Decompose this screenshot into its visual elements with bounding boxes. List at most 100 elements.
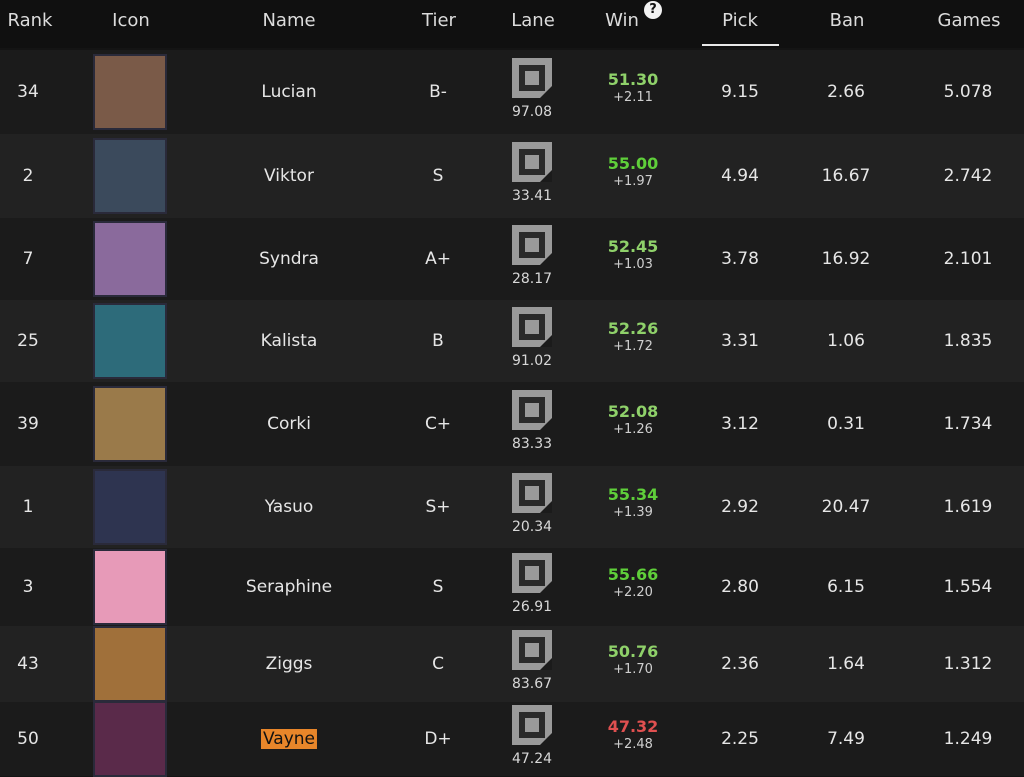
header-lane[interactable]: Lane (511, 10, 555, 31)
tier-cell: C (432, 654, 444, 674)
champion-name[interactable]: Vayne (260, 729, 318, 749)
tier-cell: A+ (425, 249, 451, 269)
champion-portrait[interactable] (93, 469, 167, 545)
champion-name-text: Ziggs (265, 654, 313, 674)
table-row[interactable]: 43 Ziggs C 83.67 50.76 +1.70 2.36 1.64 1.312 (0, 626, 1024, 702)
active-sort-indicator (702, 44, 779, 46)
pick-rate: 3.78 (721, 249, 759, 269)
rank-cell: 2 (22, 166, 34, 186)
champion-portrait[interactable] (93, 549, 167, 625)
lane-icon (512, 390, 552, 430)
games-count: 2.742 (943, 166, 993, 186)
lane-icon (512, 307, 552, 347)
pick-rate: 3.12 (721, 414, 759, 434)
help-icon[interactable]: ? (644, 1, 662, 19)
ban-rate: 16.92 (821, 249, 871, 269)
champion-name[interactable]: Yasuo (265, 497, 314, 517)
pick-rate: 2.80 (721, 577, 759, 597)
win-delta: +2.48 (613, 737, 653, 752)
header-icon: Icon (112, 10, 150, 31)
ban-rate: 20.47 (821, 497, 871, 517)
lane-rate: 91.02 (511, 353, 553, 369)
header-rank[interactable]: Rank (8, 10, 53, 31)
champion-portrait[interactable] (93, 54, 167, 130)
ban-rate: 2.66 (827, 82, 865, 102)
table-row[interactable]: 2 Viktor S 33.41 55.00 +1.97 4.94 16.67 2.742 (0, 134, 1024, 218)
lane-icon (512, 705, 552, 745)
win-delta: +1.70 (613, 662, 653, 677)
rank-cell: 50 (17, 729, 39, 749)
table-row[interactable]: 1 Yasuo S+ 20.34 55.34 +1.39 2.92 20.47 1.619 (0, 466, 1024, 548)
win-delta: +1.72 (613, 339, 653, 354)
rank-cell: 34 (17, 82, 39, 102)
win-delta: +1.39 (613, 505, 653, 520)
ban-rate: 16.67 (821, 166, 871, 186)
header-ban[interactable]: Ban (830, 10, 865, 31)
win-rate: 52.26 (607, 319, 659, 338)
champion-name-text: Kalista (260, 331, 318, 351)
table-row[interactable]: 3 Seraphine S 26.91 55.66 +2.20 2.80 6.15 1.554 (0, 548, 1024, 626)
games-count: 1.554 (943, 577, 993, 597)
win-rate: 50.76 (607, 642, 659, 661)
champion-stats-table: Rank Icon Name Tier Lane Win ? Pick Ban … (0, 0, 1024, 777)
games-count: 1.619 (943, 497, 993, 517)
champion-name[interactable]: Kalista (261, 331, 318, 351)
header-name[interactable]: Name (262, 10, 315, 31)
lane-icon (512, 630, 552, 670)
games-count: 5.078 (943, 82, 993, 102)
table-header: Rank Icon Name Tier Lane Win ? Pick Ban … (0, 0, 1024, 48)
header-tier[interactable]: Tier (422, 10, 456, 31)
tier-cell: C+ (424, 414, 452, 434)
rank-cell: 43 (17, 654, 39, 674)
lane-rate: 83.67 (511, 676, 553, 692)
pick-rate: 4.94 (721, 166, 759, 186)
ban-rate: 1.64 (827, 654, 865, 674)
champion-portrait[interactable] (93, 701, 167, 777)
champion-name[interactable]: Corki (267, 414, 311, 434)
pick-rate: 2.36 (721, 654, 759, 674)
win-rate: 47.32 (607, 717, 659, 736)
ban-rate: 6.15 (827, 577, 865, 597)
lane-icon (512, 553, 552, 593)
champion-portrait[interactable] (93, 221, 167, 297)
champion-name-text: Viktor (264, 166, 314, 186)
lane-rate: 33.41 (511, 188, 553, 204)
champion-name[interactable]: Viktor (264, 166, 314, 186)
win-delta: +2.11 (613, 90, 653, 105)
champion-name[interactable]: Ziggs (266, 654, 313, 674)
champion-name-text: Corki (267, 414, 311, 434)
rank-cell: 25 (17, 331, 39, 351)
header-pick[interactable]: Pick (722, 10, 758, 31)
games-count: 1.249 (943, 729, 993, 749)
ban-rate: 7.49 (827, 729, 865, 749)
champion-portrait[interactable] (93, 303, 167, 379)
champion-portrait[interactable] (93, 386, 167, 462)
rank-cell: 39 (17, 414, 39, 434)
table-row[interactable]: 50 Vayne D+ 47.24 47.32 +2.48 2.25 7.49 1.249 (0, 701, 1024, 777)
header-games[interactable]: Games (938, 10, 1001, 31)
tier-cell: S (432, 166, 444, 186)
champion-name[interactable]: Syndra (259, 249, 319, 269)
champion-name-text: Syndra (259, 249, 319, 269)
table-row[interactable]: 7 Syndra A+ 28.17 52.45 +1.03 3.78 16.92 2.101 (0, 218, 1024, 300)
tier-cell: S (432, 577, 444, 597)
champion-portrait[interactable] (93, 138, 167, 214)
win-rate: 55.00 (607, 154, 659, 173)
win-rate: 52.45 (607, 237, 659, 256)
table-row[interactable]: 34 Lucian B- 97.08 51.30 +2.11 9.15 2.66 5.078 (0, 50, 1024, 134)
rank-cell: 7 (22, 249, 34, 269)
win-rate: 52.08 (607, 402, 659, 421)
pick-rate: 9.15 (721, 82, 759, 102)
champion-name[interactable]: Seraphine (246, 577, 332, 597)
lane-rate: 83.33 (511, 436, 553, 452)
champion-name[interactable]: Lucian (261, 82, 316, 102)
ban-rate: 1.06 (827, 331, 865, 351)
lane-icon (512, 473, 552, 513)
table-row[interactable]: 39 Corki C+ 83.33 52.08 +1.26 3.12 0.31 1.734 (0, 382, 1024, 466)
champion-portrait[interactable] (93, 626, 167, 702)
ban-rate: 0.31 (827, 414, 865, 434)
table-row[interactable]: 25 Kalista B 91.02 52.26 +1.72 3.31 1.06 1.835 (0, 300, 1024, 382)
header-win[interactable]: Win (605, 10, 639, 31)
games-count: 1.835 (943, 331, 993, 351)
tier-cell: B (432, 331, 444, 351)
